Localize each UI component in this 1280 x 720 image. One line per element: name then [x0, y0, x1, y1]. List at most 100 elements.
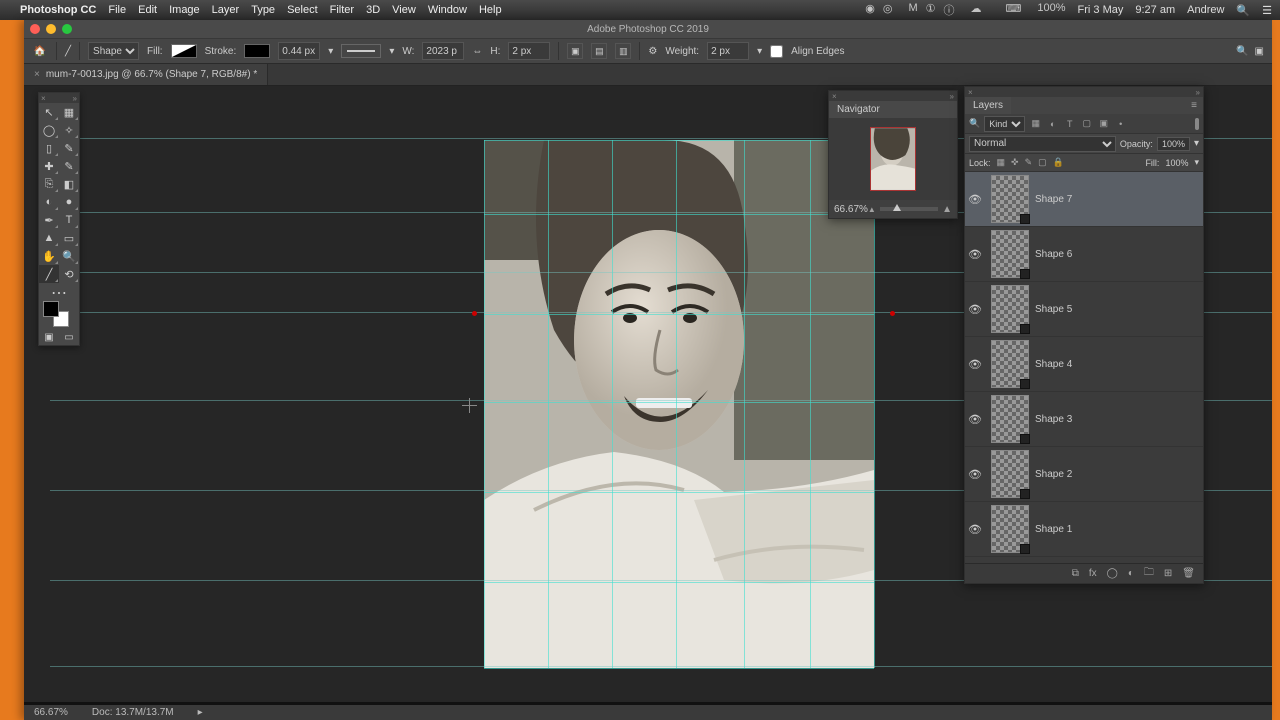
spotlight-icon[interactable]: 🔍 — [1236, 4, 1250, 17]
menu-layer[interactable]: Layer — [212, 4, 240, 16]
guide-vertical[interactable] — [548, 140, 549, 668]
layer-filter-kind[interactable]: Kind — [984, 116, 1025, 132]
tool-line[interactable]: ╱ — [39, 265, 59, 283]
tool-artboard[interactable]: ▦ — [59, 103, 79, 121]
fill-dropdown[interactable]: ▾ — [1194, 157, 1199, 168]
guide-vertical[interactable] — [612, 140, 613, 668]
gear-icon[interactable]: ⚙ — [648, 46, 657, 57]
guide-vertical[interactable] — [676, 140, 677, 668]
zoom-out-icon[interactable]: ▲ — [868, 205, 876, 214]
menu-date[interactable]: Fri 3 May — [1078, 4, 1124, 16]
menu-user[interactable]: Andrew — [1187, 4, 1224, 16]
search-icon[interactable]: 🔍 — [1236, 46, 1248, 57]
tool-move[interactable]: ↖ — [39, 103, 59, 121]
weight-input[interactable] — [707, 42, 749, 60]
visibility-toggle[interactable]: 👁 — [965, 358, 985, 371]
path-operations-button[interactable]: ▣ — [567, 43, 583, 59]
menu-type[interactable]: Type — [251, 4, 275, 16]
status-icon[interactable]: ◉ — [865, 2, 875, 18]
status-arrow-icon[interactable]: ▸ — [198, 707, 203, 718]
filter-toggle[interactable] — [1195, 118, 1199, 130]
panel-menu-icon[interactable]: ≡ — [1191, 100, 1203, 111]
filter-smart-icon[interactable]: ▣ — [1097, 117, 1110, 130]
tool-blur[interactable]: ● — [59, 193, 79, 211]
path-alignment-button[interactable]: ▤ — [591, 43, 607, 59]
navigator-tab[interactable]: Navigator — [829, 101, 888, 118]
link-layers-icon[interactable]: ⧉ — [1072, 568, 1079, 579]
tool-spot-heal[interactable]: ✚ — [39, 157, 59, 175]
close-tab-icon[interactable]: × — [34, 69, 40, 80]
tool-rectangle[interactable]: ▭ — [59, 229, 79, 247]
screenmode-button[interactable]: ▭ — [59, 329, 79, 345]
tool-path-select[interactable]: ▲ — [39, 229, 59, 247]
layer-thumbnail[interactable] — [991, 175, 1029, 223]
layer-thumbnail[interactable] — [991, 340, 1029, 388]
lock-image-icon[interactable]: ✎ — [1025, 157, 1033, 168]
color-swatches[interactable] — [39, 297, 79, 329]
visibility-toggle[interactable]: 👁 — [965, 303, 985, 316]
status-icon[interactable]: ① — [926, 2, 936, 18]
layer-name[interactable]: Shape 2 — [1035, 469, 1072, 480]
adjustment-icon[interactable]: ◐ — [1128, 568, 1134, 579]
filter-art-icon[interactable]: • — [1114, 117, 1127, 130]
panel-close-icon[interactable]: × — [832, 92, 837, 101]
tool-type[interactable]: T — [59, 211, 79, 229]
guide-horizontal-ws[interactable] — [50, 666, 1272, 667]
lock-position-icon[interactable]: ✜ — [1011, 157, 1019, 168]
edit-toolbar-button[interactable]: ⋯ — [39, 283, 79, 297]
tool-crop[interactable]: ▯ — [39, 139, 59, 157]
tool-gradient[interactable]: ◐ — [39, 193, 59, 211]
menu-file[interactable]: File — [108, 4, 126, 16]
filter-shape-icon[interactable]: ▢ — [1080, 117, 1093, 130]
notification-center-icon[interactable]: ☰ — [1262, 4, 1272, 17]
stroke-style-dropdown[interactable]: ▾ — [389, 46, 394, 57]
guide-horizontal[interactable] — [484, 214, 874, 215]
panel-collapse-icon[interactable]: » — [1196, 88, 1200, 97]
minimize-button[interactable] — [46, 24, 56, 34]
stroke-width-input[interactable] — [278, 42, 320, 60]
panel-close-icon[interactable]: × — [41, 94, 46, 103]
navigator-zoom-value[interactable]: 66.67% — [834, 204, 868, 215]
tool-mode-select[interactable]: Shape — [88, 42, 139, 60]
guide-vertical[interactable] — [810, 140, 811, 668]
panel-close-icon[interactable]: × — [968, 88, 973, 97]
layer-name[interactable]: Shape 5 — [1035, 304, 1072, 315]
guide-horizontal[interactable] — [484, 314, 874, 315]
layer-row[interactable]: 👁Shape 4 — [965, 337, 1203, 392]
zoom-button[interactable] — [62, 24, 72, 34]
guide-vertical[interactable] — [874, 140, 875, 668]
zoom-in-icon[interactable]: ▲ — [942, 204, 952, 215]
layer-name[interactable]: Shape 1 — [1035, 524, 1072, 535]
blend-mode-select[interactable]: Normal — [969, 136, 1116, 152]
new-layer-icon[interactable]: ⊞ — [1164, 568, 1172, 579]
menu-time[interactable]: 9:27 am — [1135, 4, 1175, 16]
visibility-toggle[interactable]: 👁 — [965, 248, 985, 261]
layer-row[interactable]: 👁 Shape 5 — [965, 282, 1203, 337]
visibility-toggle[interactable]: 👁 — [965, 468, 985, 481]
menu-filter[interactable]: Filter — [330, 4, 354, 16]
path-anchor[interactable] — [472, 311, 477, 316]
menu-window[interactable]: Window — [428, 4, 467, 16]
menu-help[interactable]: Help — [479, 4, 502, 16]
layer-name[interactable]: Shape 7 — [1035, 194, 1072, 205]
keyboard-icon[interactable]: ⌨ — [1006, 2, 1022, 18]
layer-fx-icon[interactable]: fx — [1089, 568, 1097, 579]
path-arrangement-button[interactable]: ▥ — [615, 43, 631, 59]
tool-magic-wand[interactable]: ✧ — [59, 121, 79, 139]
guide-horizontal[interactable] — [484, 140, 874, 141]
status-icon[interactable]: ◎ — [883, 2, 893, 18]
path-anchor[interactable] — [890, 311, 895, 316]
home-button[interactable]: 🏠 — [32, 43, 48, 59]
tool-brush[interactable]: ✎ — [59, 157, 79, 175]
tool-zoom[interactable]: 🔍 — [59, 247, 79, 265]
guide-horizontal[interactable] — [484, 402, 874, 403]
opacity-dropdown[interactable]: ▾ — [1194, 138, 1199, 149]
tool-pen[interactable]: ✒ — [39, 211, 59, 229]
tool-hand[interactable]: ✋ — [39, 247, 59, 265]
layer-row[interactable]: 👁 Shape 2 — [965, 447, 1203, 502]
fill-swatch[interactable] — [171, 44, 197, 58]
status-icon[interactable]: ⓘ — [944, 2, 955, 18]
layer-mask-icon[interactable]: ◯ — [1107, 568, 1118, 579]
panel-collapse-icon[interactable]: » — [950, 92, 954, 101]
status-icon[interactable]: ☁ — [971, 2, 982, 18]
